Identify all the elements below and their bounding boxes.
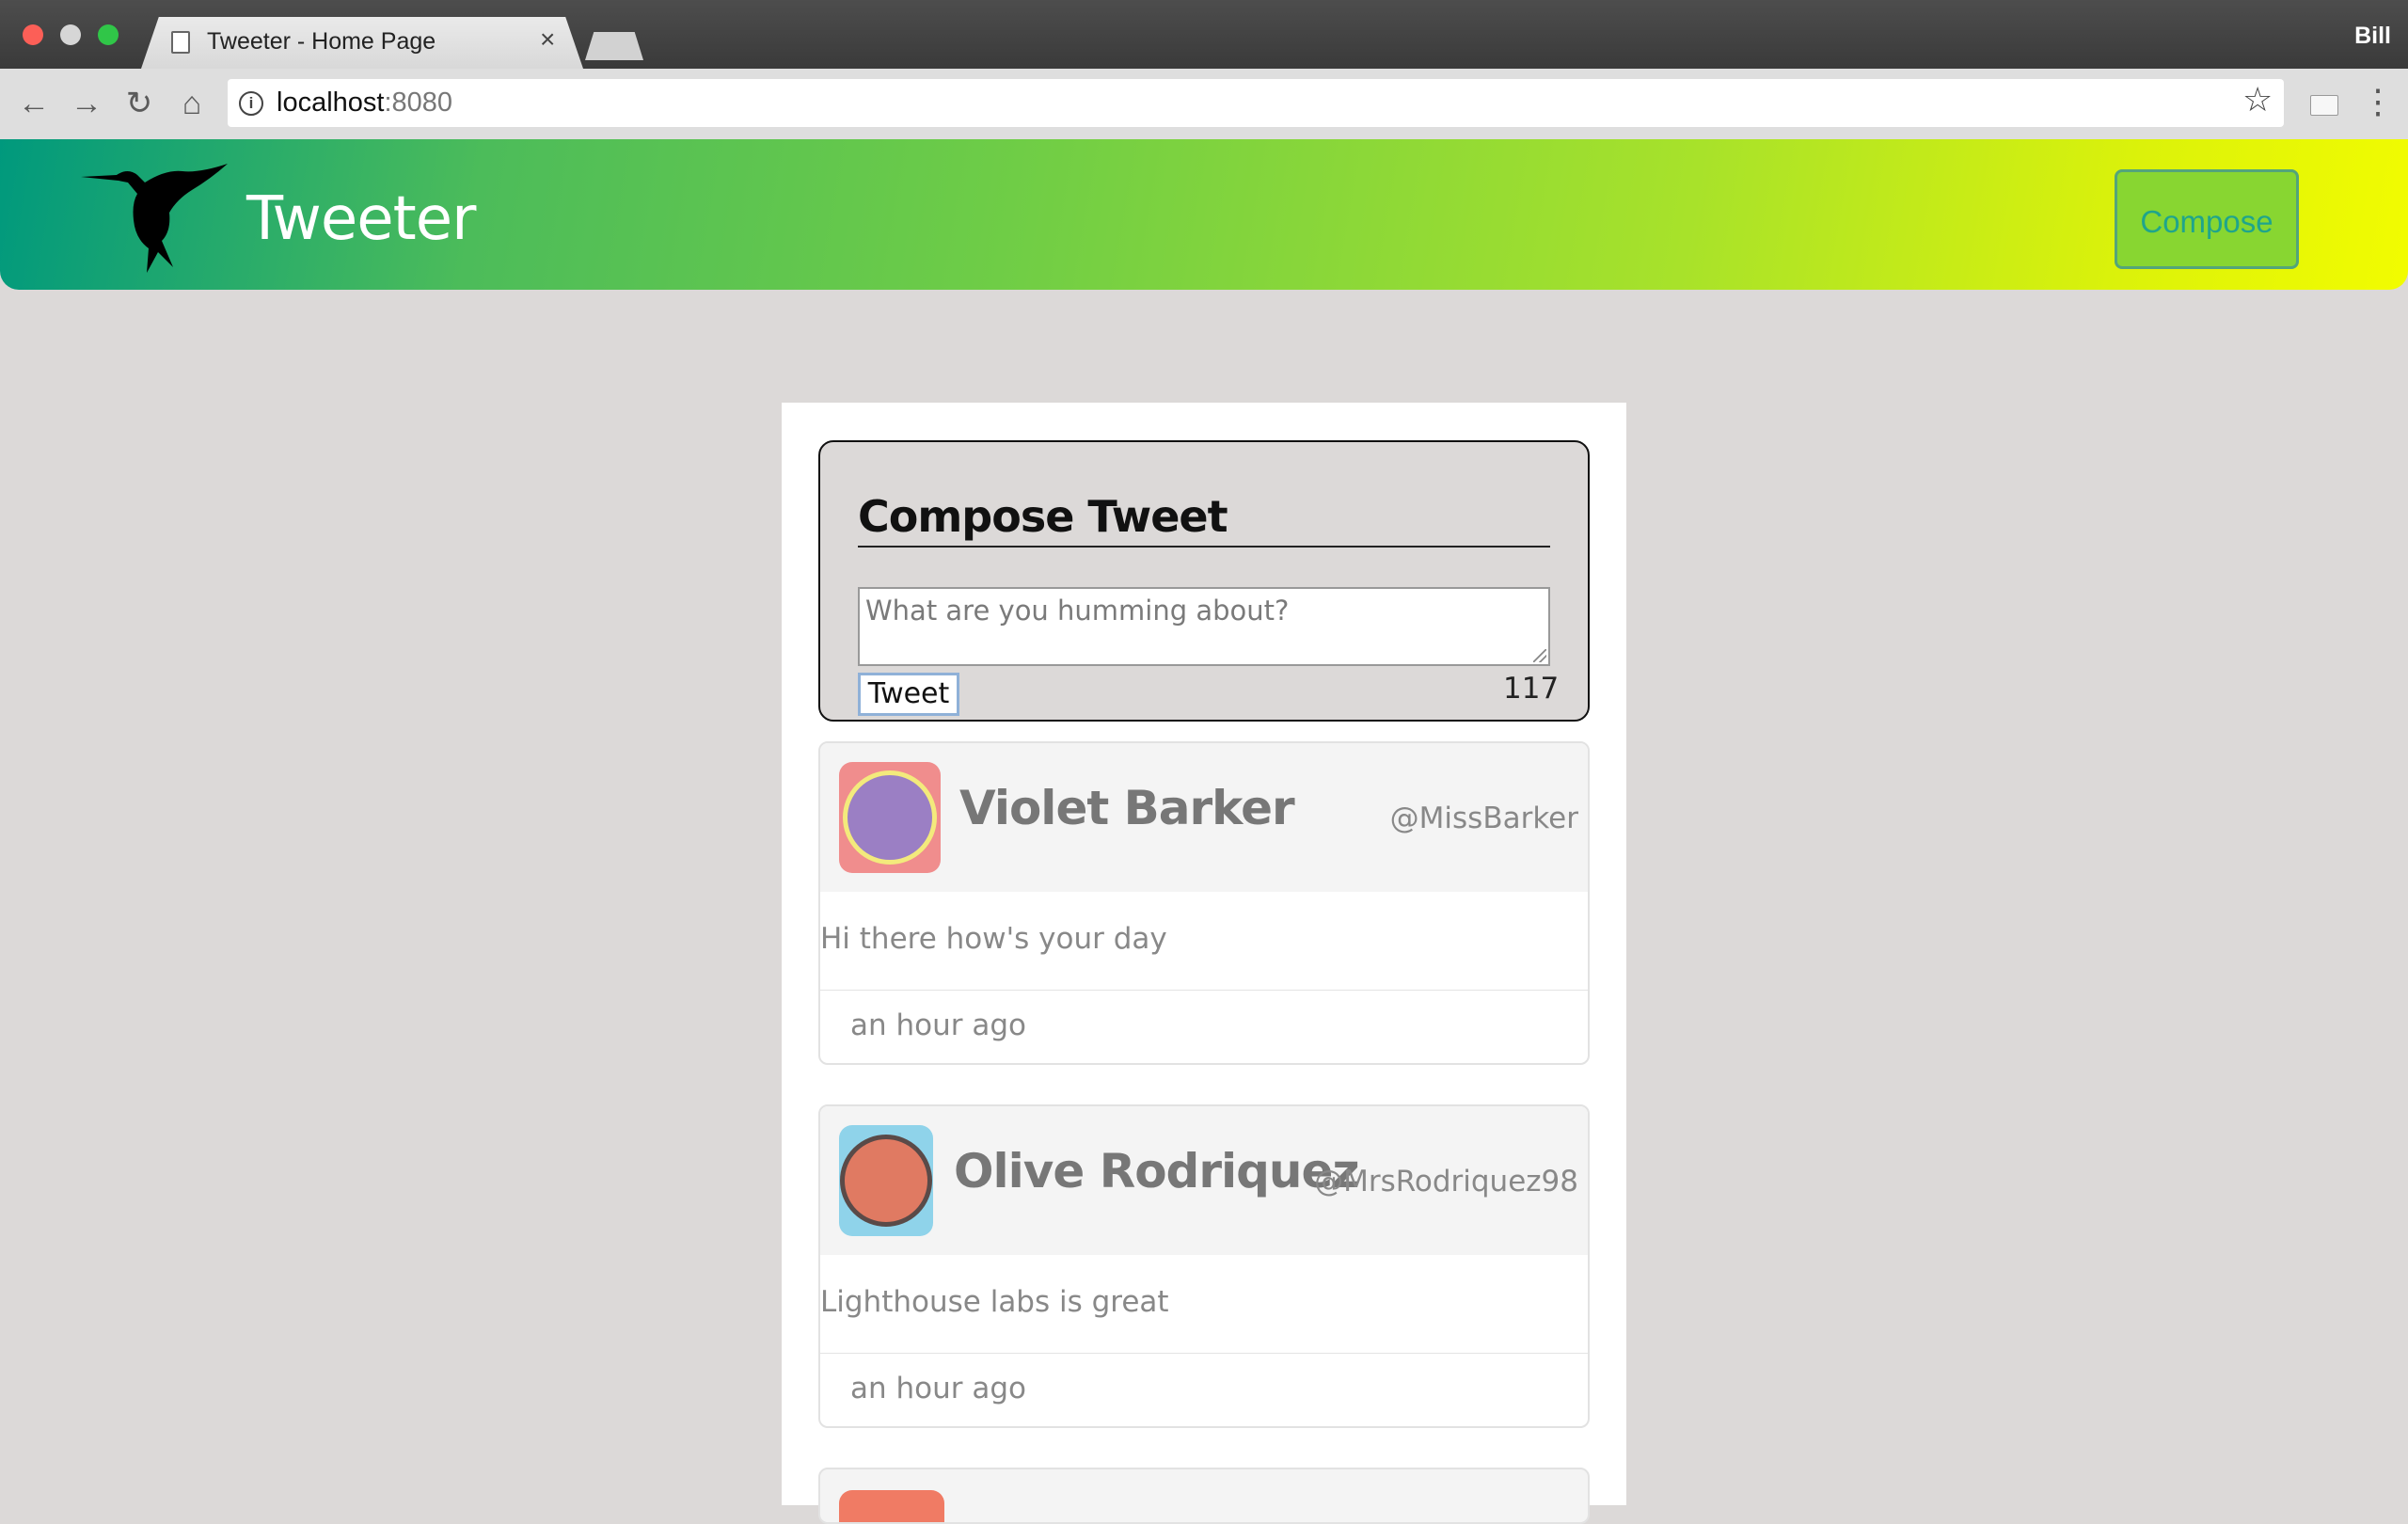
- tweet-author-name: Olive Rodriquez: [954, 1144, 1360, 1199]
- document-icon: [171, 31, 190, 54]
- forward-arrow-icon[interactable]: →: [66, 83, 107, 124]
- tweet-card: Violet Barker @MissBarker Hi there how's…: [818, 741, 1590, 1065]
- tweet-author-name: Violet Barker: [959, 781, 1295, 835]
- close-window-button[interactable]: [23, 24, 43, 45]
- address-bar[interactable]: [228, 79, 2284, 127]
- url-host: localhost: [277, 87, 385, 118]
- bookmark-star-icon[interactable]: ☆: [2242, 83, 2273, 117]
- compose-heading: Compose Tweet: [858, 491, 1228, 542]
- avatar-face-icon: [840, 1135, 932, 1227]
- tweet-body: Lighthouse labs is great: [820, 1285, 1169, 1319]
- tweet-submit-button[interactable]: Tweet: [858, 673, 959, 716]
- user-avatar: [839, 1125, 933, 1236]
- reload-icon[interactable]: ↻: [119, 83, 160, 124]
- user-avatar: [839, 762, 941, 873]
- tweet-textarea[interactable]: [858, 587, 1550, 666]
- textarea-resize-handle[interactable]: [1533, 649, 1546, 662]
- tweet-body: Hi there how's your day: [820, 922, 1167, 956]
- tab-title: Tweeter - Home Page: [207, 28, 436, 55]
- app-title: Tweeter: [246, 184, 476, 254]
- tweet-card: Olive Rodriquez @MrsRodriquez98 Lighthou…: [818, 1104, 1590, 1428]
- compose-heading-divider: [858, 546, 1550, 548]
- avatar-face-icon: [843, 770, 937, 865]
- hummingbird-logo-icon: [81, 164, 228, 273]
- browser-menu-icon[interactable]: ⋮: [2361, 85, 2395, 119]
- character-counter: 117: [1503, 672, 1560, 706]
- home-icon[interactable]: ⌂: [171, 83, 213, 124]
- tweet-footer-divider: [820, 1353, 1588, 1354]
- back-arrow-icon[interactable]: ←: [13, 83, 55, 124]
- tweet-footer-divider: [820, 990, 1588, 991]
- minimize-window-button[interactable]: [60, 24, 81, 45]
- tweet-author-handle: @MissBarker: [1389, 802, 1578, 835]
- tweet-author-handle: @MrsRodriquez98: [1314, 1165, 1578, 1199]
- extension-icon[interactable]: [2310, 95, 2338, 116]
- compose-button[interactable]: Compose: [2115, 169, 2299, 269]
- tweet-card-partial: [818, 1468, 1590, 1524]
- tweet-timestamp: an hour ago: [850, 1372, 1026, 1405]
- url-port: :8080: [384, 87, 453, 118]
- url-text[interactable]: localhost:8080: [277, 87, 452, 119]
- new-tab-button[interactable]: [585, 32, 643, 60]
- user-avatar: [839, 1490, 944, 1522]
- tweet-timestamp: an hour ago: [850, 1008, 1026, 1042]
- info-icon[interactable]: i: [239, 91, 263, 116]
- maximize-window-button[interactable]: [98, 24, 119, 45]
- tab-close-icon[interactable]: ×: [540, 26, 555, 53]
- profile-name[interactable]: Bill: [2354, 23, 2391, 50]
